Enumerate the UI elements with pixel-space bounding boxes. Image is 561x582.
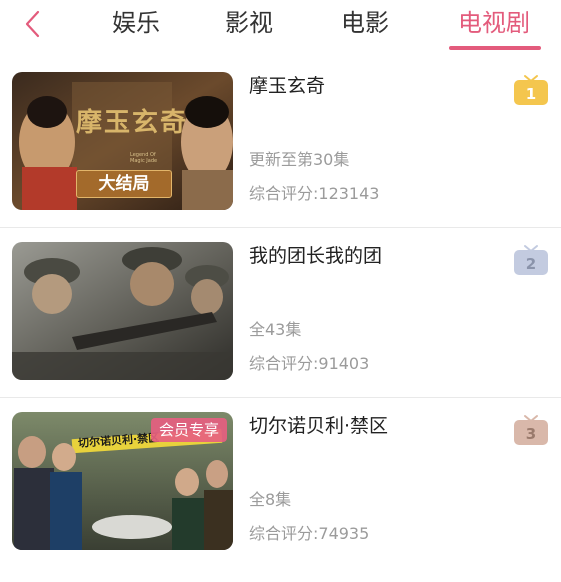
poster-subtitle-text: Legend Of Magic Jade (130, 152, 158, 164)
rating-score: 综合评分:123143 (249, 184, 380, 203)
tab-movies[interactable]: 电影 (341, 8, 389, 38)
vip-exclusive-badge: 会员专享 (150, 418, 227, 442)
list-item[interactable]: 摩玉玄奇 Legend Of Magic Jade 大结局 摩玉玄奇 更新至第3… (0, 72, 561, 242)
episode-status: 全43集 (249, 320, 302, 339)
tab-entertainment[interactable]: 娱乐 (112, 8, 160, 38)
active-tab-indicator (449, 46, 541, 50)
divider (0, 397, 561, 398)
series-title[interactable]: 我的团长我的团 (249, 244, 382, 268)
poster-art (12, 242, 233, 380)
top-navigation: 娱乐 影视 电影 电视剧 (0, 0, 561, 52)
rating-score: 综合评分:74935 (249, 524, 370, 543)
poster-image[interactable] (12, 242, 233, 380)
rank-number: 1 (525, 85, 537, 103)
poster-image[interactable]: 切尔诺贝利·禁区 会员专享 (12, 412, 233, 550)
rank-number: 2 (525, 255, 537, 273)
tab-tv-series[interactable]: 电视剧 (458, 8, 530, 38)
back-chevron-icon[interactable] (18, 7, 48, 41)
episode-status: 全8集 (249, 490, 292, 509)
poster-title-text: 摩玉玄奇 (76, 108, 189, 138)
rank-number: 3 (525, 425, 537, 443)
poster-image[interactable]: 摩玉玄奇 Legend Of Magic Jade 大结局 (12, 72, 233, 210)
list-item[interactable]: 我的团长我的团 全43集 综合评分:91403 2 (0, 242, 561, 412)
rank-badge: 1 (513, 74, 549, 106)
series-title[interactable]: 摩玉玄奇 (249, 74, 325, 98)
rank-badge: 2 (513, 244, 549, 276)
list-item[interactable]: 切尔诺贝利·禁区 会员专享 切尔诺贝利·禁区 全8集 综合评分:74935 3 (0, 412, 561, 582)
rating-score: 综合评分:91403 (249, 354, 370, 373)
tab-film-tv[interactable]: 影视 (225, 8, 273, 38)
rank-badge: 3 (513, 414, 549, 446)
poster-banner-finale: 大结局 (76, 170, 172, 198)
divider (0, 227, 561, 228)
series-title[interactable]: 切尔诺贝利·禁区 (249, 414, 388, 438)
episode-status: 更新至第30集 (249, 150, 350, 169)
